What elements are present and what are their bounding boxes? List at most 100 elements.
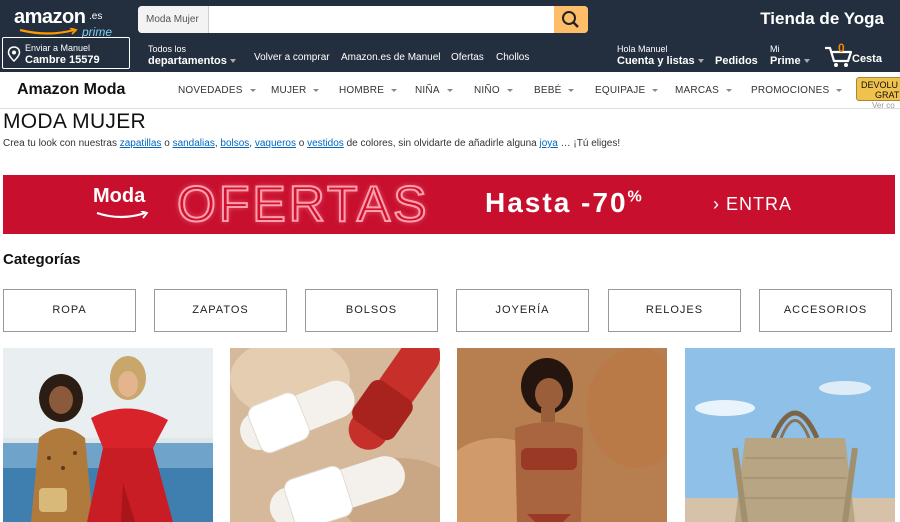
top-navigation: amazon .es prime Moda Mujer Tienda de Yo… — [0, 0, 900, 72]
subnav-item-label: MARCAS — [675, 85, 719, 96]
subnav-item-bebe[interactable]: BEBÉ — [534, 85, 575, 96]
banner-percent: % — [627, 188, 644, 206]
subnav-item-marcas[interactable]: MARCAS — [675, 85, 732, 96]
cart-count: 0 — [838, 41, 845, 55]
logo-word: amazon — [14, 6, 86, 28]
chevron-down-icon — [568, 88, 575, 92]
chevron-down-icon — [313, 88, 320, 92]
category-button-accesorios[interactable]: ACCESORIOS — [759, 289, 892, 332]
view-conditions-link[interactable]: Ver co — [872, 101, 895, 110]
location-pin-icon — [7, 46, 21, 62]
nav-link-volver-a-comprar[interactable]: Volver a comprar — [254, 52, 330, 63]
deliver-line-1: Enviar a Manuel — [25, 43, 91, 53]
search-button[interactable] — [554, 6, 588, 33]
search-bar: Moda Mujer — [138, 6, 588, 33]
cart-button[interactable]: 0 Cesta — [824, 41, 894, 69]
search-category-label: Moda Mujer — [146, 14, 199, 25]
link-bolsos[interactable]: bolsos — [220, 138, 249, 149]
subnav-item-label: EQUIPAJE — [595, 85, 646, 96]
deliver-line-2: Cambre 15579 — [25, 54, 100, 66]
category-button-bolsos[interactable]: BOLSOS — [305, 289, 438, 332]
logo-tld: .es — [89, 11, 103, 22]
subnav-item-nino[interactable]: NIÑO — [474, 85, 513, 96]
chevron-down-icon — [652, 88, 659, 92]
subnav-item-label: NIÑO — [474, 85, 500, 96]
departments-small: Todos los — [148, 44, 187, 54]
page-title: MODA MUJER — [3, 110, 147, 133]
chevron-down-icon — [697, 59, 704, 64]
subnav-item-label: NIÑA — [415, 85, 440, 96]
account-greeting: Hola Manuel — [617, 44, 668, 54]
category-button-relojes[interactable]: RELOJES — [608, 289, 741, 332]
chevron-down-icon — [836, 88, 843, 92]
chevron-down-icon — [229, 59, 236, 64]
categories-title: Categorías — [3, 251, 81, 268]
photo-bikini — [457, 348, 667, 522]
product-photo-bags[interactable] — [685, 348, 895, 522]
deliver-to-button[interactable]: Enviar a Manuel Cambre 15579 — [2, 37, 130, 69]
banner-ofertas-text: OFERTAS — [176, 175, 430, 233]
chevron-down-icon — [506, 88, 513, 92]
free-returns-line-1: DEVOLU — [861, 80, 899, 90]
category-button-zapatos[interactable]: ZAPATOS — [154, 289, 287, 332]
subnav-item-label: BEBÉ — [534, 85, 562, 96]
subnav-item-label: HOMBRE — [339, 85, 385, 96]
chevron-down-icon — [446, 88, 453, 92]
store-title[interactable]: Tienda de Yoga — [760, 9, 884, 29]
banner-discount-text: Hasta -70% — [485, 187, 644, 219]
photo-sandals — [230, 348, 440, 522]
subnav-item-hombre[interactable]: HOMBRE — [339, 85, 398, 96]
subnav-item-label: MUJER — [271, 85, 307, 96]
chevron-down-icon — [803, 59, 810, 64]
search-input[interactable] — [210, 6, 554, 33]
product-photo-bikini[interactable] — [457, 348, 667, 522]
cart-label: Cesta — [852, 53, 882, 65]
subnav-item-label: NOVEDADES — [178, 85, 243, 96]
subnav-item-promociones[interactable]: PROMOCIONES — [751, 85, 843, 96]
banner-entra-link[interactable]: › ENTRA — [713, 194, 792, 215]
intro-separator: o — [161, 138, 173, 149]
intro-prefix: Crea tu look con nuestras — [3, 138, 120, 149]
category-button-ropa[interactable]: ROPA — [3, 289, 136, 332]
nav-link-amazon-de-manuel[interactable]: Amazon.es de Manuel — [341, 52, 441, 63]
smile-arrow-icon — [19, 28, 78, 35]
prime-label: Prime — [770, 55, 801, 67]
nav-link-chollos[interactable]: Chollos — [496, 52, 529, 63]
nav-link-ofertas[interactable]: Ofertas — [451, 52, 484, 63]
subnav-item-novedades[interactable]: NOVEDADES — [178, 85, 256, 96]
search-category-dropdown[interactable]: Moda Mujer — [138, 6, 209, 33]
subnav-item-label: PROMOCIONES — [751, 85, 830, 96]
prime-small: Mi — [770, 44, 780, 54]
free-returns-badge[interactable]: DEVOLU GRATU — [856, 77, 900, 101]
intro-suffix: … ¡Tú eliges! — [557, 138, 621, 149]
departments-bold: departamentos — [148, 55, 227, 67]
orders-link[interactable]: Pedidos — [715, 55, 758, 67]
category-button-joyeria[interactable]: JOYERÍA — [456, 289, 589, 332]
subnav-item-equipaje[interactable]: EQUIPAJE — [595, 85, 659, 96]
chevron-down-icon — [249, 88, 256, 92]
search-icon — [562, 11, 579, 28]
link-vestidos[interactable]: vestidos — [307, 138, 344, 149]
intro-text: Crea tu look con nuestras zapatillas o s… — [3, 138, 620, 149]
ofertas-banner[interactable]: Moda OFERTAS Hasta -70% › ENTRA — [3, 175, 895, 234]
intro-separator: o — [296, 138, 308, 149]
link-sandalias[interactable]: sandalias — [173, 138, 215, 149]
account-lists-label: Cuenta y listas — [617, 55, 695, 67]
photo-straw-bag — [685, 348, 895, 522]
chevron-down-icon — [725, 88, 732, 92]
banner-discount-value: Hasta -70 — [485, 187, 628, 218]
amazon-moda-brand[interactable]: Amazon Moda — [17, 81, 125, 99]
subnav-item-mujer[interactable]: MUJER — [271, 85, 320, 96]
product-photo-sandals[interactable] — [230, 348, 440, 522]
link-zapatillas[interactable]: zapatillas — [120, 138, 162, 149]
link-joya[interactable]: joya — [540, 138, 558, 149]
free-returns-line-2: GRATU — [875, 90, 900, 100]
subnav-item-nina[interactable]: NIÑA — [415, 85, 453, 96]
product-photo-women-dresses[interactable] — [3, 348, 213, 522]
amazon-prime-logo[interactable]: amazon .es prime — [14, 6, 114, 39]
link-vaqueros[interactable]: vaqueros — [255, 138, 296, 149]
banner-moda-label: Moda — [93, 185, 146, 207]
photo-beach-dresses — [3, 348, 213, 522]
smile-arrow-icon — [96, 211, 149, 219]
intro-middle: de colores, sin olvidarte de añadirle al… — [343, 138, 540, 149]
